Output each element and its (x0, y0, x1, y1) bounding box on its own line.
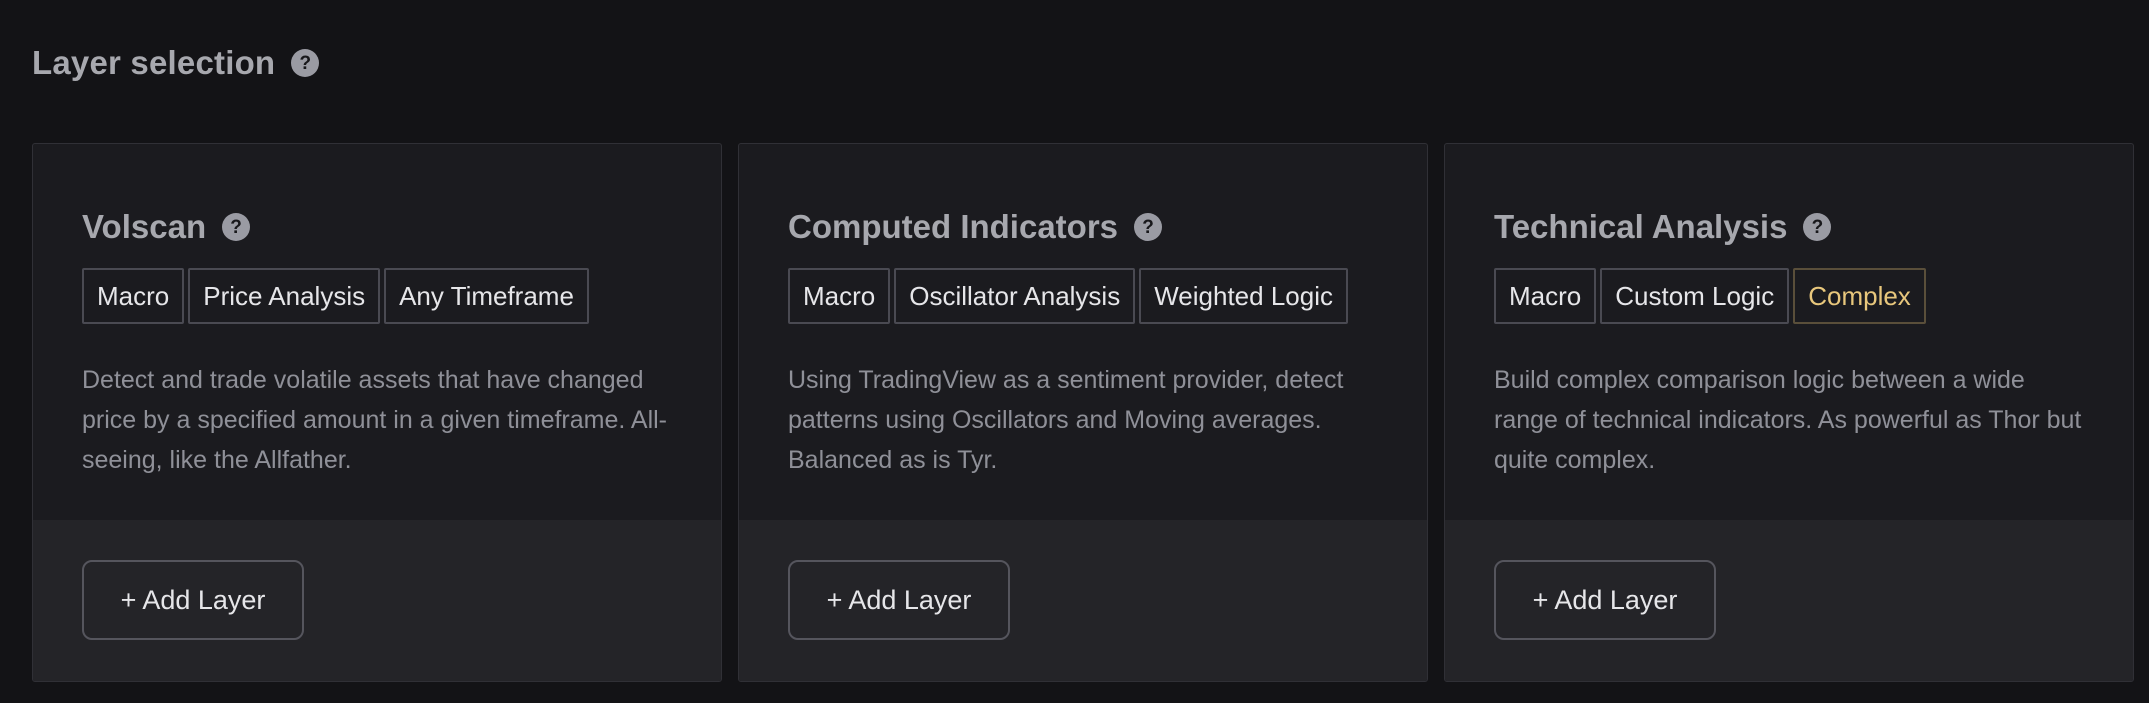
card-title: Technical Analysis (1494, 208, 1788, 245)
page-title: Layer selection (32, 44, 276, 81)
card-body: Computed Indicators ? Macro Oscillator A… (739, 144, 1427, 521)
card-description: Using TradingView as a sentiment provide… (788, 366, 1344, 474)
tag-list: Macro Oscillator Analysis Weighted Logic (788, 268, 1379, 324)
card-title: Volscan (82, 208, 207, 245)
tag: Any Timeframe (384, 268, 589, 324)
tag-list: Macro Custom Logic Complex (1494, 268, 2085, 324)
layer-cards: Volscan ? Macro Price Analysis Any Timef… (32, 143, 2134, 682)
add-layer-button[interactable]: + Add Layer (1494, 560, 1716, 640)
help-icon[interactable]: ? (1134, 213, 1163, 241)
tag-complex: Complex (1793, 268, 1926, 324)
tag: Oscillator Analysis (894, 268, 1136, 324)
layer-card-technical-analysis: Technical Analysis ? Macro Custom Logic … (1444, 143, 2134, 682)
card-footer: + Add Layer (1445, 520, 2133, 681)
tag: Macro (1494, 268, 1597, 324)
tag: Price Analysis (188, 268, 381, 324)
card-title: Computed Indicators (788, 208, 1119, 245)
tag: Macro (788, 268, 891, 324)
layer-card-volscan: Volscan ? Macro Price Analysis Any Timef… (32, 143, 722, 682)
card-title-row: Technical Analysis ? (1494, 208, 2085, 246)
layer-card-computed-indicators: Computed Indicators ? Macro Oscillator A… (738, 143, 1428, 682)
card-title-row: Computed Indicators ? (788, 208, 1379, 246)
card-footer: + Add Layer (739, 520, 1427, 681)
tag-list: Macro Price Analysis Any Timeframe (82, 268, 673, 324)
tag: Macro (82, 268, 185, 324)
tag: Custom Logic (1600, 268, 1790, 324)
card-footer: + Add Layer (33, 520, 721, 681)
card-body: Volscan ? Macro Price Analysis Any Timef… (33, 144, 721, 521)
card-description: Detect and trade volatile assets that ha… (82, 366, 667, 474)
card-title-row: Volscan ? (82, 208, 673, 246)
help-icon[interactable]: ? (222, 213, 251, 241)
help-icon[interactable]: ? (291, 49, 320, 77)
add-layer-button[interactable]: + Add Layer (788, 560, 1010, 640)
card-body: Technical Analysis ? Macro Custom Logic … (1445, 144, 2133, 521)
card-description: Build complex comparison logic between a… (1494, 366, 2082, 474)
tag: Weighted Logic (1139, 268, 1348, 324)
help-icon[interactable]: ? (1803, 213, 1832, 241)
add-layer-button[interactable]: + Add Layer (82, 560, 304, 640)
page-header: Layer selection ? (32, 44, 320, 82)
